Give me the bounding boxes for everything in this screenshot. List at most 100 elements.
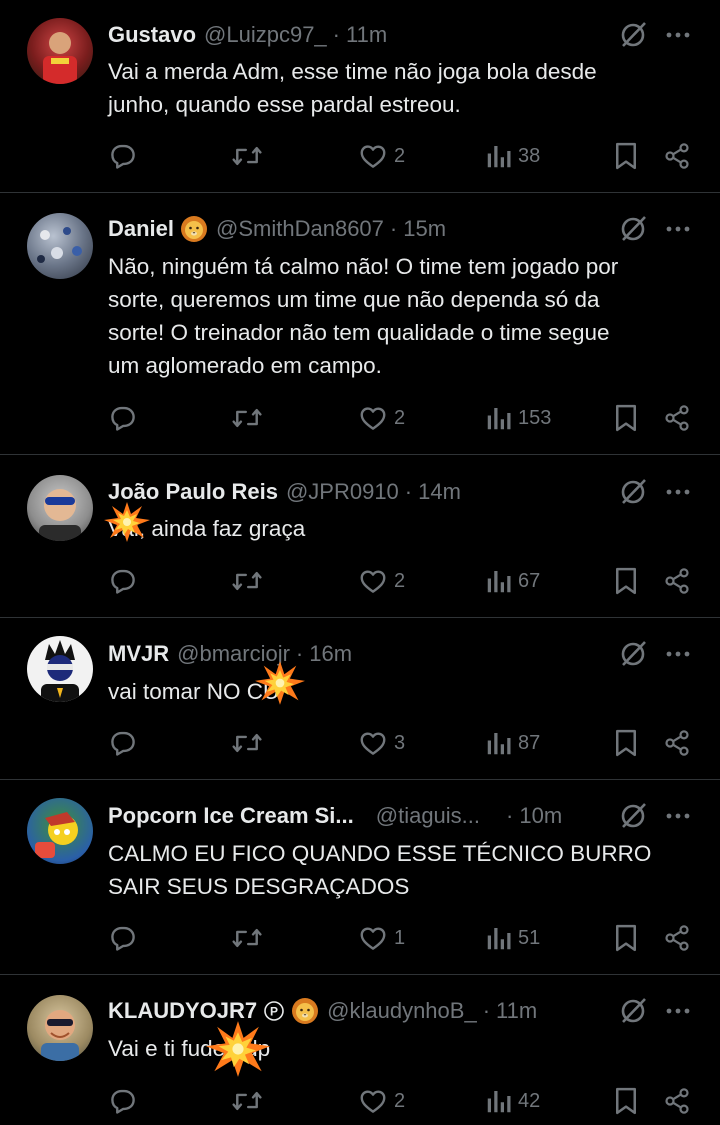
more-icon[interactable]: [664, 639, 692, 669]
separator-dot: ·: [295, 641, 304, 666]
bookmark-icon: [616, 142, 636, 170]
retweet-button[interactable]: [230, 725, 264, 761]
bookmark-button[interactable]: [613, 725, 639, 761]
more-icon[interactable]: [664, 20, 692, 50]
reply-button[interactable]: [108, 920, 138, 956]
share-button[interactable]: [663, 138, 691, 174]
avatar[interactable]: [27, 798, 93, 864]
display-name[interactable]: KLAUDYOJR7: [108, 997, 257, 1025]
retweet-icon: [232, 146, 262, 166]
share-button[interactable]: [663, 400, 691, 436]
separator-dot: ·: [506, 803, 514, 828]
retweet-button[interactable]: [230, 400, 264, 436]
tweet-text: vai tomar NO CU: [108, 679, 280, 704]
lion-emoji-badge: [180, 215, 208, 243]
reply-icon: [111, 1089, 135, 1114]
tweet[interactable]: Daniel @SmithDan8607 · 15m Não, ninguém …: [0, 193, 720, 455]
avatar[interactable]: [27, 18, 93, 84]
bookmark-button[interactable]: [613, 563, 639, 599]
avatar[interactable]: [27, 475, 93, 541]
avatar[interactable]: [27, 213, 93, 279]
reply-button[interactable]: [108, 138, 138, 174]
retweet-button[interactable]: [230, 1083, 264, 1119]
share-icon: [665, 568, 689, 594]
action-bar: 2 153: [108, 400, 692, 436]
timestamp[interactable]: 11m: [496, 997, 537, 1025]
tweet[interactable]: KLAUDYOJR7 P @klaudynhoB_ · 11m Vai e ti…: [0, 975, 720, 1125]
like-count: 2: [394, 406, 406, 429]
like-button[interactable]: 2: [358, 563, 405, 599]
timestamp[interactable]: 15m: [403, 215, 446, 243]
views-button[interactable]: 42: [486, 1083, 540, 1119]
bookmark-button[interactable]: [613, 920, 639, 956]
like-button[interactable]: 2: [358, 138, 405, 174]
handle[interactable]: @SmithDan8607: [216, 215, 384, 243]
grok-icon[interactable]: [618, 801, 648, 831]
reply-button[interactable]: [108, 725, 138, 761]
retweet-button[interactable]: [230, 920, 264, 956]
share-icon: [665, 1088, 689, 1114]
retweet-icon: [232, 408, 262, 428]
parody-icon: P: [264, 1001, 284, 1021]
more-icon[interactable]: [664, 996, 692, 1026]
share-button[interactable]: [663, 1083, 691, 1119]
timestamp[interactable]: 14m: [418, 478, 461, 506]
bookmark-button[interactable]: [613, 138, 639, 174]
tweet[interactable]: Popcorn Ice Cream Si... @tiaguis... · 10…: [0, 780, 720, 975]
reply-button[interactable]: [108, 400, 138, 436]
more-icon[interactable]: [664, 477, 692, 507]
display-name[interactable]: João Paulo Reis: [108, 478, 278, 506]
tweet[interactable]: João Paulo Reis @JPR0910 · 14m Vai, aind…: [0, 455, 720, 618]
more-icon[interactable]: [664, 801, 692, 831]
views-button[interactable]: 51: [486, 920, 540, 956]
handle[interactable]: @klaudynhoB_: [327, 997, 477, 1025]
more-icon[interactable]: [664, 214, 692, 244]
timestamp[interactable]: 16m: [309, 640, 352, 668]
reply-button[interactable]: [108, 1083, 138, 1119]
grok-icon[interactable]: [618, 477, 648, 507]
views-button[interactable]: 87: [486, 725, 540, 761]
tweet[interactable]: MVJR @bmarciojr · 16m vai tomar NO CU 3 …: [0, 618, 720, 780]
reply-button[interactable]: [108, 563, 138, 599]
share-button[interactable]: [663, 920, 691, 956]
like-button[interactable]: 2: [358, 1083, 405, 1119]
timestamp[interactable]: 11m: [346, 21, 387, 49]
avatar[interactable]: [27, 995, 93, 1061]
views-button[interactable]: 153: [486, 400, 551, 436]
grok-icon[interactable]: [618, 639, 648, 669]
views-button[interactable]: 38: [486, 138, 540, 174]
separator-dot: ·: [482, 998, 491, 1023]
like-count: 2: [394, 1089, 406, 1112]
handle[interactable]: @bmarciojr: [177, 640, 290, 668]
tweet[interactable]: Gustavo @Luizpc97_ · 11m Vai a merda Adm…: [0, 0, 720, 193]
timestamp[interactable]: 10m: [519, 802, 562, 830]
share-button[interactable]: [663, 725, 691, 761]
like-icon: [360, 145, 386, 168]
view-count: 67: [518, 569, 541, 592]
avatar[interactable]: [27, 636, 93, 702]
bookmark-button[interactable]: [613, 1083, 639, 1119]
views-button[interactable]: 67: [486, 563, 540, 599]
grok-icon[interactable]: [618, 996, 648, 1026]
views-icon: [487, 571, 511, 593]
retweet-button[interactable]: [230, 138, 264, 174]
grok-icon[interactable]: [618, 214, 648, 244]
lion-emoji-badge: [291, 997, 319, 1025]
retweet-button[interactable]: [230, 563, 264, 599]
like-button[interactable]: 1: [358, 920, 405, 956]
grok-icon[interactable]: [618, 20, 648, 50]
svg-text:P: P: [270, 1005, 278, 1019]
display-name[interactable]: Popcorn Ice Cream Si...: [108, 802, 354, 830]
like-button[interactable]: 2: [358, 400, 405, 436]
share-button[interactable]: [663, 563, 691, 599]
like-button[interactable]: 3: [358, 725, 405, 761]
handle[interactable]: @JPR0910: [286, 478, 399, 506]
display-name[interactable]: Gustavo: [108, 21, 196, 49]
handle[interactable]: @Luizpc97_: [204, 21, 327, 49]
action-bar: 2 67: [108, 563, 692, 599]
bookmark-button[interactable]: [613, 400, 639, 436]
display-name[interactable]: MVJR: [108, 640, 169, 668]
handle[interactable]: @tiaguis...: [376, 802, 480, 830]
views-icon: [487, 928, 511, 950]
display-name[interactable]: Daniel: [108, 215, 174, 243]
